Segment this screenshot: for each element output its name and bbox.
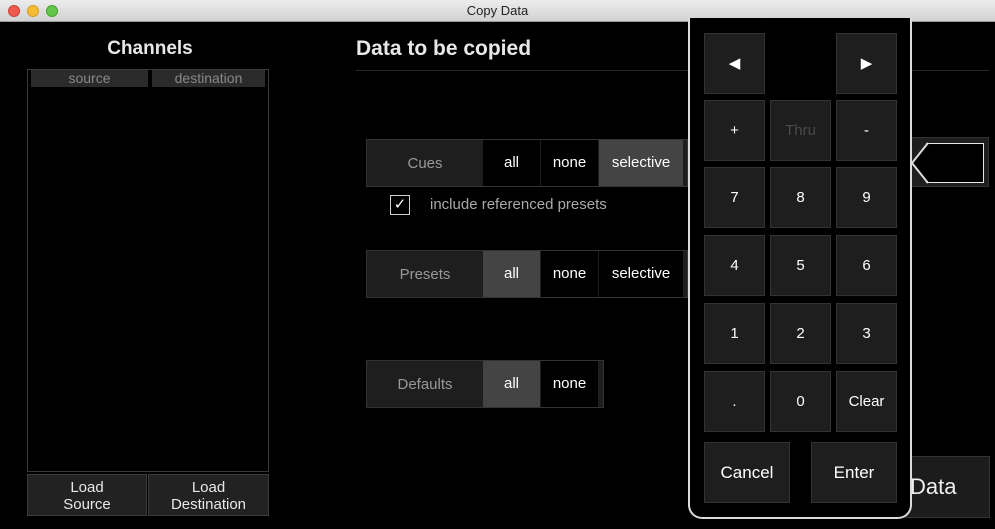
cues-label: Cues: [407, 155, 443, 172]
channels-heading: Channels: [107, 38, 193, 59]
source-column-header[interactable]: source: [31, 70, 148, 87]
presets-group: Presets all none selective: [366, 250, 688, 298]
cues-none-option[interactable]: none: [541, 140, 598, 186]
presets-none-option[interactable]: none: [541, 251, 598, 297]
include-referenced-label: include referenced presets: [430, 196, 607, 213]
keypad-6-button[interactable]: 6: [836, 235, 897, 296]
load-destination-label-line2: Destination: [170, 496, 247, 513]
keypad-minus-button[interactable]: -: [836, 100, 897, 161]
keypad-9-button[interactable]: 9: [836, 167, 897, 228]
channel-list[interactable]: [27, 69, 269, 472]
window-title: Copy Data: [466, 3, 529, 18]
channel-number-input[interactable]: [926, 143, 984, 183]
cues-all-option[interactable]: all: [483, 140, 540, 186]
keypad-7-button[interactable]: 7: [704, 167, 765, 228]
presets-all-option[interactable]: all: [483, 251, 540, 297]
keypad-2-button[interactable]: 2: [770, 303, 831, 364]
keypad-right-button[interactable]: ▶: [836, 33, 897, 94]
keypad-3-button[interactable]: 3: [836, 303, 897, 364]
defaults-group: Defaults all none: [366, 360, 604, 408]
copy-data-button[interactable]: Data: [905, 456, 990, 518]
keypad-plus-button[interactable]: +: [704, 100, 765, 161]
numeric-keypad-popover: ◀ ▶ + Thru - 7 8 9 4 5 6 1 2 3 . 0 Clear…: [688, 18, 912, 519]
load-destination-label-line1: Load: [191, 479, 226, 496]
keypad-8-button[interactable]: 8: [770, 167, 831, 228]
keypad-5-button[interactable]: 5: [770, 235, 831, 296]
keypad-4-button[interactable]: 4: [704, 235, 765, 296]
defaults-none-option[interactable]: none: [541, 361, 598, 407]
destination-column-header[interactable]: destination: [152, 70, 265, 87]
include-referenced-checkbox[interactable]: ✓: [390, 195, 410, 215]
keypad-thru-button[interactable]: Thru: [770, 100, 831, 161]
arrow-left-icon: ◀: [728, 55, 741, 72]
data-heading: Data to be copied: [356, 37, 532, 60]
defaults-all-option[interactable]: all: [483, 361, 540, 407]
keypad-cancel-button[interactable]: Cancel: [704, 442, 790, 503]
load-source-button[interactable]: Load Source: [27, 474, 147, 516]
cues-selective-option[interactable]: selective: [599, 140, 683, 186]
cues-group: Cues all none selective: [366, 139, 688, 187]
arrow-right-icon: ▶: [860, 55, 873, 72]
keypad-enter-button[interactable]: Enter: [811, 442, 897, 503]
load-destination-button[interactable]: Load Destination: [148, 474, 269, 516]
keypad-1-button[interactable]: 1: [704, 303, 765, 364]
keypad-clear-button[interactable]: Clear: [836, 371, 897, 432]
load-source-label-line1: Load: [70, 479, 104, 496]
keypad-dot-button[interactable]: .: [704, 371, 765, 432]
load-source-label-line2: Source: [63, 496, 111, 513]
defaults-label: Defaults: [397, 376, 453, 393]
keypad-left-button[interactable]: ◀: [704, 33, 765, 94]
presets-selective-option[interactable]: selective: [599, 251, 683, 297]
presets-label: Presets: [399, 266, 451, 283]
keypad-0-button[interactable]: 0: [770, 371, 831, 432]
